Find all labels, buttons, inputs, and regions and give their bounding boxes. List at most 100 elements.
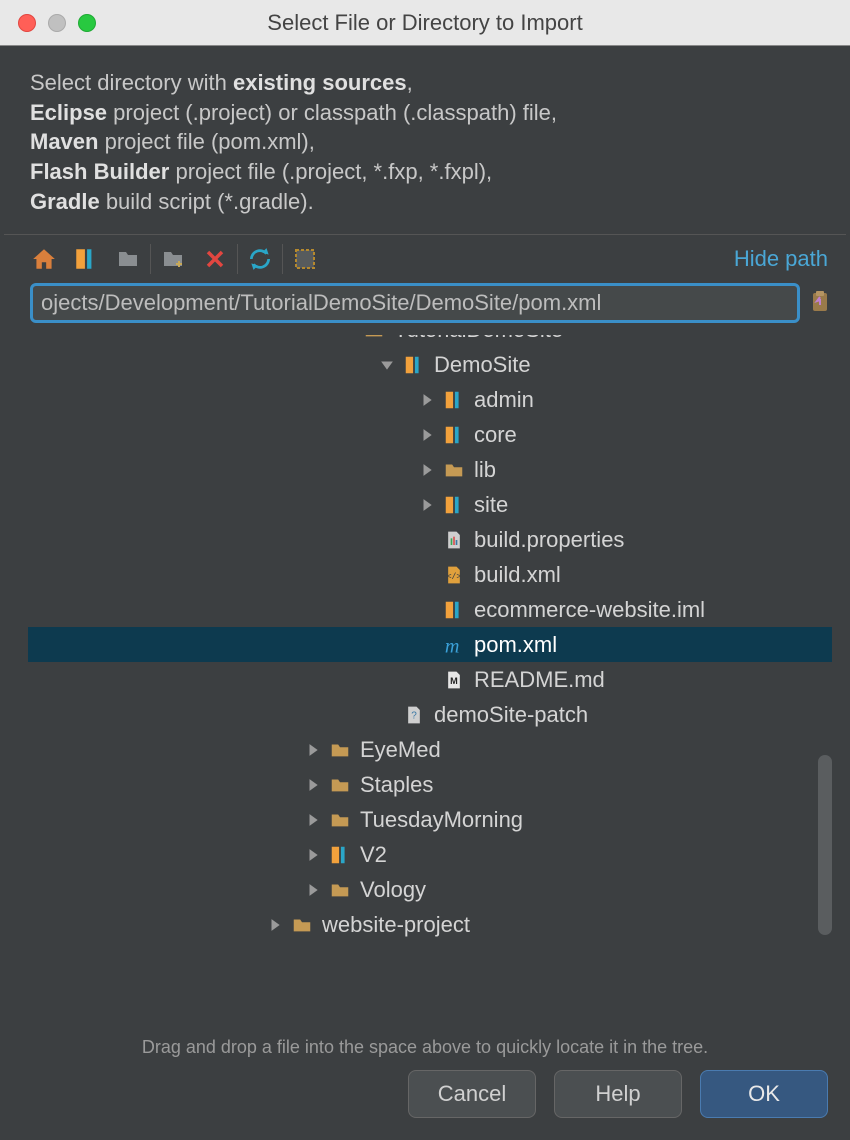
tree-node[interactable]: M README.md xyxy=(28,662,832,697)
tree-node-label: core xyxy=(474,422,517,448)
file-tree[interactable]: TutorialDemoSite DemoSite admin core lib site… xyxy=(28,335,832,1031)
tree-node-label: website-project xyxy=(322,912,470,938)
file-icon: ? xyxy=(402,703,426,727)
folder-icon[interactable] xyxy=(114,245,142,273)
minimize-window-button[interactable] xyxy=(48,14,66,32)
ij-icon xyxy=(442,598,466,622)
new-folder-icon[interactable] xyxy=(159,245,187,273)
ij-icon xyxy=(442,388,466,412)
tree-node[interactable]: V2 xyxy=(28,837,832,872)
svg-text:</>: </> xyxy=(446,570,461,580)
hide-path-link[interactable]: Hide path xyxy=(734,246,828,272)
folder-icon xyxy=(290,913,314,937)
tree-node-label: admin xyxy=(474,387,534,413)
drag-drop-hint: Drag and drop a file into the space abov… xyxy=(0,1031,850,1070)
maven-icon: m xyxy=(442,633,466,657)
window-title: Select File or Directory to Import xyxy=(0,10,850,36)
tree-node-label: build.properties xyxy=(474,527,624,553)
ij-icon xyxy=(402,353,426,377)
tree-node[interactable]: site xyxy=(28,487,832,522)
folder-icon xyxy=(328,773,352,797)
tree-node[interactable]: Staples xyxy=(28,767,832,802)
expand-arrow-icon[interactable] xyxy=(418,426,436,444)
toolbar-divider xyxy=(150,244,151,274)
tree-node[interactable]: EyeMed xyxy=(28,732,832,767)
tree-node[interactable]: ecommerce-website.iml xyxy=(28,592,832,627)
traffic-lights xyxy=(0,14,96,32)
scrollbar-thumb[interactable] xyxy=(818,755,832,935)
home-icon[interactable] xyxy=(30,245,58,273)
tree-node-label: DemoSite xyxy=(434,352,531,378)
tree-node[interactable]: TuesdayMorning xyxy=(28,802,832,837)
toolbar: Hide path xyxy=(0,235,850,283)
folder-icon xyxy=(328,878,352,902)
file-tree-container: TutorialDemoSite DemoSite admin core lib site… xyxy=(28,335,832,1031)
folder-icon xyxy=(328,738,352,762)
history-icon[interactable] xyxy=(808,289,836,317)
tree-node[interactable]: build.properties xyxy=(28,522,832,557)
expand-arrow-icon[interactable] xyxy=(304,881,322,899)
help-button[interactable]: Help xyxy=(554,1070,682,1118)
md-icon: M xyxy=(442,668,466,692)
expand-arrow-icon[interactable] xyxy=(338,335,356,339)
zoom-window-button[interactable] xyxy=(78,14,96,32)
tree-node[interactable]: lib xyxy=(28,452,832,487)
folder-icon xyxy=(328,808,352,832)
tree-node[interactable]: </> build.xml xyxy=(28,557,832,592)
expand-arrow-icon[interactable] xyxy=(304,846,322,864)
xml-icon: </> xyxy=(442,563,466,587)
description-text: Select directory with existing sources, … xyxy=(0,46,850,234)
tree-node[interactable]: website-project xyxy=(28,907,832,942)
tree-node-label: site xyxy=(474,492,508,518)
svg-text:?: ? xyxy=(411,710,417,721)
refresh-icon[interactable] xyxy=(246,245,274,273)
svg-text:M: M xyxy=(450,676,458,686)
tree-node-label: TutorialDemoSite xyxy=(394,335,563,343)
tree-node[interactable]: core xyxy=(28,417,832,452)
close-window-button[interactable] xyxy=(18,14,36,32)
ij-icon xyxy=(442,493,466,517)
tree-node-label: V2 xyxy=(360,842,387,868)
tree-node[interactable]: admin xyxy=(28,382,832,417)
tree-node-label: pom.xml xyxy=(474,632,557,658)
expand-arrow-icon[interactable] xyxy=(418,461,436,479)
tree-node-label: Staples xyxy=(360,772,433,798)
titlebar: Select File or Directory to Import xyxy=(0,0,850,46)
tree-node[interactable]: ? demoSite-patch xyxy=(28,697,832,732)
tree-node-label: ecommerce-website.iml xyxy=(474,597,705,623)
cancel-button[interactable]: Cancel xyxy=(408,1070,536,1118)
delete-icon[interactable] xyxy=(201,245,229,273)
tree-node-label: EyeMed xyxy=(360,737,441,763)
expand-arrow-icon[interactable] xyxy=(304,776,322,794)
tree-node[interactable]: DemoSite xyxy=(28,347,832,382)
project-icon[interactable] xyxy=(72,245,100,273)
path-input[interactable] xyxy=(30,283,800,323)
show-hidden-icon[interactable] xyxy=(291,245,319,273)
folder-icon xyxy=(442,458,466,482)
expand-arrow-icon[interactable] xyxy=(266,916,284,934)
folder-icon xyxy=(362,335,386,342)
tree-node-clipped[interactable]: TutorialDemoSite xyxy=(28,335,832,347)
tree-node[interactable]: Vology xyxy=(28,872,832,907)
ij-icon xyxy=(442,423,466,447)
tree-node-label: Vology xyxy=(360,877,426,903)
tree-node-label: lib xyxy=(474,457,496,483)
tree-node-label: TuesdayMorning xyxy=(360,807,523,833)
expand-arrow-icon[interactable] xyxy=(418,496,436,514)
tree-node-label: README.md xyxy=(474,667,605,693)
tree-node-label: build.xml xyxy=(474,562,561,588)
expand-arrow-icon[interactable] xyxy=(418,391,436,409)
expand-arrow-icon[interactable] xyxy=(304,811,322,829)
props-icon xyxy=(442,528,466,552)
toolbar-divider xyxy=(237,244,238,274)
ij-icon xyxy=(328,843,352,867)
toolbar-divider xyxy=(282,244,283,274)
tree-node-label: demoSite-patch xyxy=(434,702,588,728)
path-row xyxy=(0,283,850,329)
ok-button[interactable]: OK xyxy=(700,1070,828,1118)
tree-node[interactable]: m pom.xml xyxy=(28,627,832,662)
button-row: Cancel Help OK xyxy=(0,1070,850,1140)
expand-arrow-icon[interactable] xyxy=(304,741,322,759)
expand-arrow-icon[interactable] xyxy=(378,356,396,374)
svg-text:m: m xyxy=(445,635,460,656)
